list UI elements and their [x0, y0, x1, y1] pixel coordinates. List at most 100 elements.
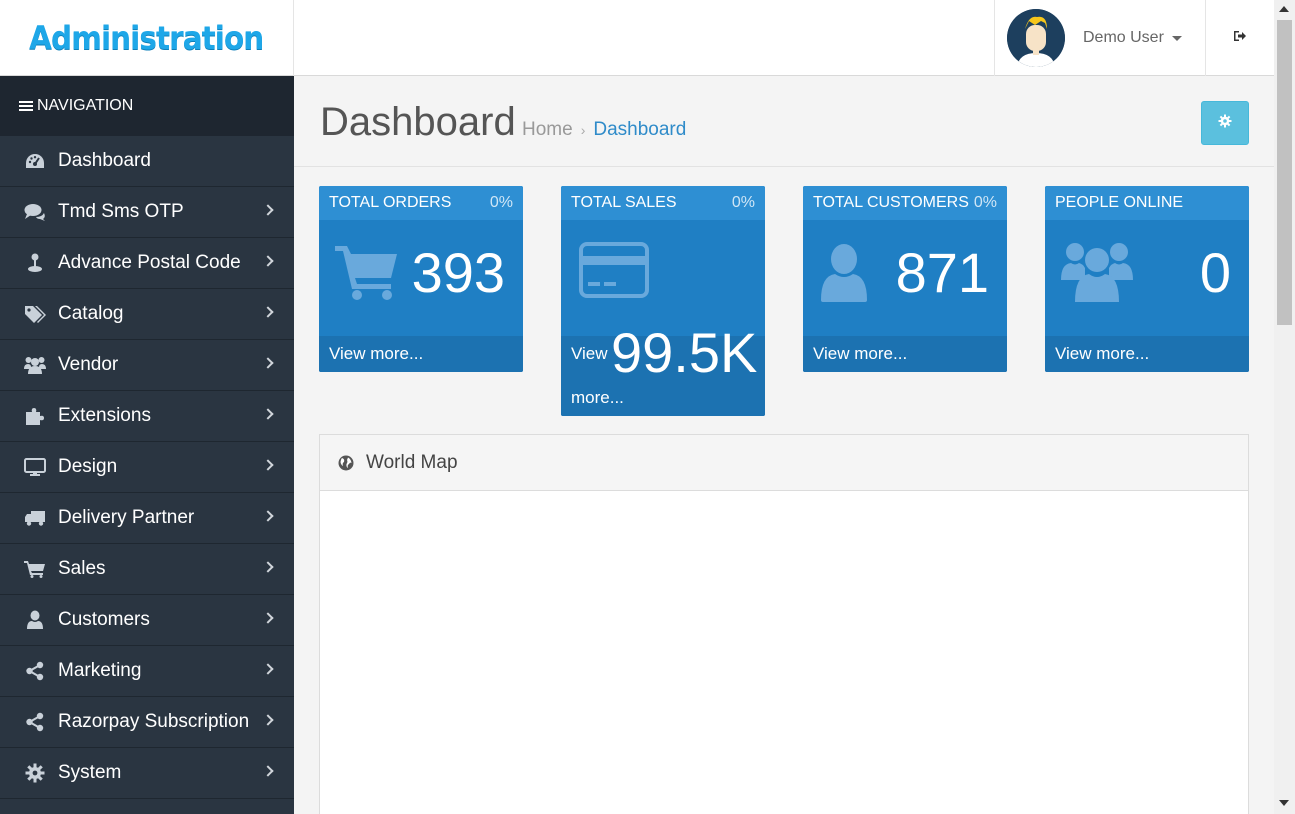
sidebar-item-tmd-sms-otp[interactable]: Tmd Sms OTP [0, 187, 294, 238]
tile-people-online: PEOPLE ONLINE 0 View more... [1045, 186, 1249, 372]
chevron-right-icon [262, 204, 274, 216]
chevron-right-icon [262, 306, 274, 318]
world-map-area[interactable] [320, 491, 1248, 814]
tile-header: TOTAL ORDERS 0% [319, 186, 523, 220]
chevron-right-icon [262, 357, 274, 369]
sidebar-item-vendor[interactable]: Vendor [0, 340, 294, 391]
view-more-link[interactable]: View more... [1045, 336, 1249, 372]
shopping-cart-icon [335, 244, 399, 305]
sidebar-item-advance-postal-code[interactable]: Advance Postal Code [0, 238, 294, 289]
view-more-suffix: more... [571, 388, 624, 407]
sidebar-item-marketing[interactable]: Marketing [0, 646, 294, 697]
sidebar-item-label: Catalog [58, 303, 124, 324]
users-icon [24, 355, 46, 375]
dashboard-icon [24, 151, 46, 171]
sidebar-item-customers[interactable]: Customers [0, 595, 294, 646]
sidebar-item-label: Tmd Sms OTP [58, 201, 184, 222]
menu-bars-icon [19, 99, 33, 113]
sidebar-item-system[interactable]: System [0, 748, 294, 799]
sidebar-item-razorpay-subscription[interactable]: Razorpay Subscription [0, 697, 294, 748]
tile-title: PEOPLE ONLINE [1055, 194, 1184, 211]
cog-icon [24, 763, 46, 783]
tile-percent: 0% [489, 194, 513, 211]
view-more-prefix: View [571, 344, 608, 363]
view-more-link[interactable]: View more... [319, 336, 523, 372]
tags-icon [24, 304, 46, 324]
scroll-up-arrow-icon[interactable] [1279, 6, 1289, 12]
sidebar-item-delivery-partner[interactable]: Delivery Partner [0, 493, 294, 544]
tile-value: 393 [411, 241, 505, 304]
sidebar-item-design[interactable]: Design [0, 442, 294, 493]
users-icon [1061, 238, 1133, 309]
cart-icon [24, 559, 46, 579]
page-title: Dashboard [320, 100, 516, 144]
brand-logo[interactable]: Administration [0, 0, 294, 76]
sidebar: NAVIGATION Dashboard Tmd Sms OTP Advance P… [0, 76, 294, 814]
sidebar-item-dashboard[interactable]: Dashboard [0, 136, 294, 187]
sidebar-item-label: Delivery Partner [58, 507, 195, 528]
sidebar-item-label: Vendor [58, 354, 119, 375]
avatar [1007, 9, 1065, 67]
settings-button[interactable] [1201, 101, 1249, 145]
nav-header[interactable]: NAVIGATION [0, 76, 294, 136]
top-header: Administration Demo User [0, 0, 1274, 76]
view-more-label: View more... [813, 344, 908, 363]
tile-percent: 0% [731, 194, 755, 211]
tile-title: TOTAL SALES [571, 194, 677, 211]
view-more-label: View more... [1055, 344, 1150, 363]
nav-header-label: NAVIGATION [37, 97, 134, 114]
desktop-icon [24, 457, 46, 477]
gear-icon [1218, 114, 1232, 133]
view-more-link[interactable]: View 99.5K more... [561, 321, 765, 416]
tile-value: 871 [895, 241, 989, 304]
comments-icon [24, 202, 46, 222]
tile-total-customers: TOTAL CUSTOMERS 0% 871 View more... [803, 186, 1007, 372]
sidebar-item-label: Advance Postal Code [58, 252, 241, 273]
world-map-panel: World Map [319, 434, 1249, 814]
chevron-right-icon [262, 255, 274, 267]
sidebar-item-label: Sales [58, 558, 106, 579]
brand-text: Administration [29, 19, 264, 57]
tile-value: 0 [1199, 241, 1231, 304]
view-more-link[interactable]: View more... [803, 336, 1007, 372]
map-pin-icon [24, 253, 46, 273]
sidebar-item-label: Extensions [58, 405, 151, 426]
credit-card-icon [579, 242, 649, 303]
scroll-down-arrow-icon[interactable] [1279, 800, 1289, 806]
page-scrollbar[interactable] [1274, 0, 1295, 814]
breadcrumb-current[interactable]: Dashboard [593, 119, 686, 141]
chevron-down-icon [1171, 35, 1182, 41]
chevron-right-icon [262, 765, 274, 777]
tile-body: 0 [1045, 220, 1249, 336]
sidebar-item-label: System [58, 762, 122, 783]
tile-body: 871 [803, 220, 1007, 336]
tile-title: TOTAL ORDERS [329, 194, 452, 211]
chevron-right-icon [262, 561, 274, 573]
breadcrumb-separator-icon: › [580, 122, 586, 138]
globe-icon [338, 455, 354, 471]
panel-title: World Map [366, 451, 458, 473]
sidebar-item-extensions[interactable]: Extensions [0, 391, 294, 442]
chevron-right-icon [262, 612, 274, 624]
tile-header: PEOPLE ONLINE [1045, 186, 1249, 220]
tile-total-sales: TOTAL SALES 0% View 99.5K more... [561, 186, 765, 416]
user-menu[interactable]: Demo User [994, 0, 1206, 76]
sidebar-item-sales[interactable]: Sales [0, 544, 294, 595]
scrollbar-thumb[interactable] [1277, 20, 1292, 325]
user-name: Demo User [1083, 29, 1164, 46]
tile-value: 99.5K [611, 321, 758, 384]
tile-percent: 0% [973, 194, 997, 211]
view-more-label: View more... [329, 344, 424, 363]
breadcrumb-home[interactable]: Home [522, 119, 573, 141]
user-icon [24, 610, 46, 630]
sidebar-item-catalog[interactable]: Catalog [0, 289, 294, 340]
user-icon [819, 242, 869, 307]
tile-body [561, 220, 765, 336]
share-icon [24, 712, 46, 732]
panel-header: World Map [320, 435, 1248, 491]
share-icon [24, 661, 46, 681]
sidebar-item-label: Customers [58, 609, 150, 630]
logout-button[interactable] [1206, 0, 1274, 76]
chevron-right-icon [262, 408, 274, 420]
tile-total-orders: TOTAL ORDERS 0% 393 View more... [319, 186, 523, 372]
